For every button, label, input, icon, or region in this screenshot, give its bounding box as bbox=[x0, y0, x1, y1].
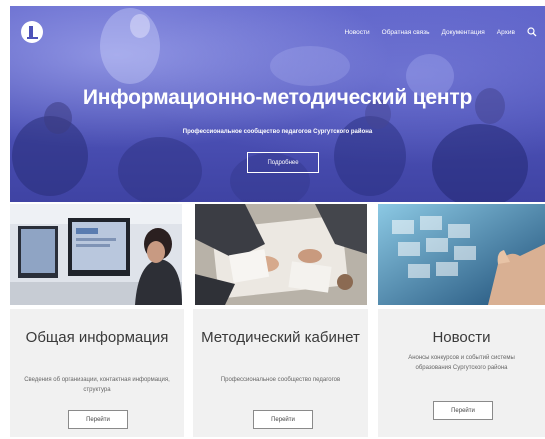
card-description: Профессиональное сообщество педагогов bbox=[220, 377, 341, 383]
nav-news[interactable]: Новости bbox=[344, 29, 369, 36]
go-button-general-info[interactable]: Перейти bbox=[68, 410, 128, 429]
hero-banner: Новости Обратная связь Документация Архи… bbox=[10, 6, 545, 202]
logo-icon[interactable] bbox=[20, 20, 44, 44]
more-button[interactable]: Подробнее bbox=[247, 152, 319, 173]
go-button-methodical-cabinet[interactable]: Перейти bbox=[253, 410, 313, 429]
image-office-computer bbox=[10, 204, 182, 305]
nav-feedback[interactable]: Обратная связь bbox=[382, 29, 430, 36]
go-button-news[interactable]: Перейти bbox=[433, 401, 493, 420]
card-methodical-cabinet: Методический кабинет Профессиональное со… bbox=[193, 309, 368, 437]
card-title: Общая информация bbox=[25, 329, 169, 346]
card-title: Новости bbox=[432, 329, 491, 346]
nav-documentation[interactable]: Документация bbox=[442, 29, 485, 36]
image-meeting-table bbox=[195, 204, 367, 305]
card-description: Сведения об организации, контактная инфо… bbox=[24, 377, 170, 393]
image-touch-screen bbox=[378, 204, 545, 305]
hero-title: Информационно-методический центр bbox=[82, 86, 473, 109]
search-icon[interactable] bbox=[527, 27, 537, 37]
card-description: Анонсы конкурсов и событий системы образ… bbox=[408, 355, 515, 371]
nav-archive[interactable]: Архив bbox=[497, 29, 515, 36]
hero-subtitle: Профессиональное сообщество педагогов Су… bbox=[182, 129, 373, 135]
card-general-info: Общая информация Сведения об организации… bbox=[10, 309, 184, 437]
card-title: Методический кабинет bbox=[201, 329, 360, 346]
card-news: Новости Анонсы конкурсов и событий систе… bbox=[378, 309, 545, 437]
top-navigation: Новости Обратная связь Документация Архи… bbox=[344, 27, 537, 37]
